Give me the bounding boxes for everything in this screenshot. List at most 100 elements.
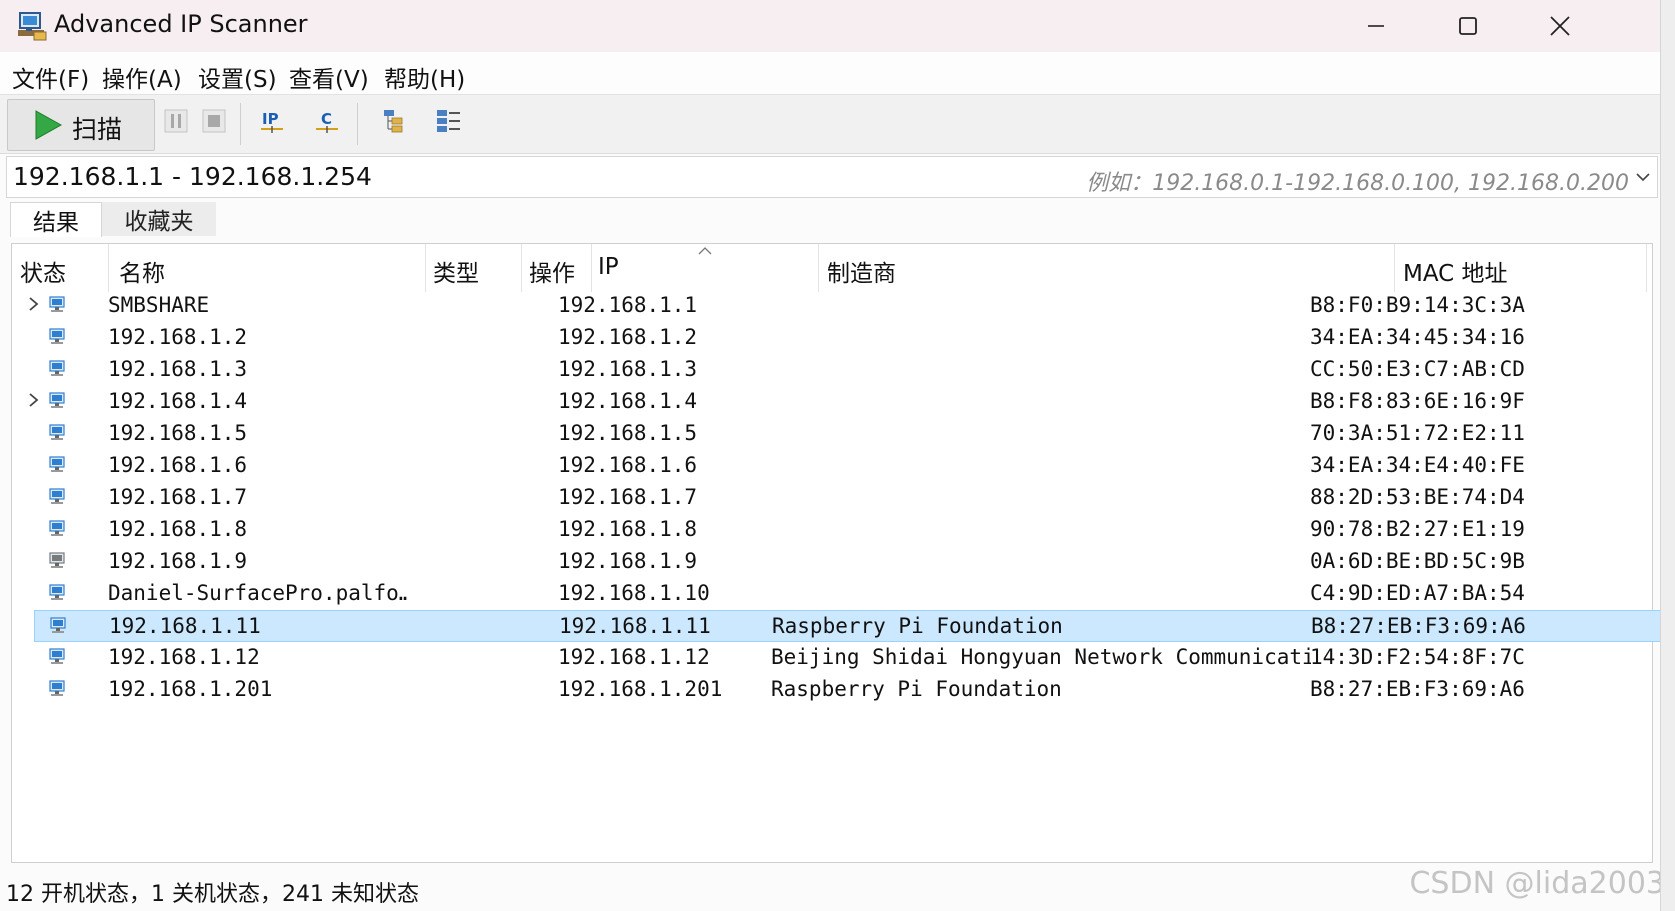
host-mac: C4:9D:ED:A7:BA:54 (1310, 581, 1525, 605)
host-online-icon (50, 617, 66, 633)
pause-button[interactable] (161, 106, 191, 136)
host-name: 192.168.1.201 (108, 677, 273, 701)
tab-favorites[interactable]: 收藏夹 (102, 202, 216, 236)
column-vendor[interactable]: 制造商 (827, 254, 1327, 288)
ip-icon: IP (261, 110, 283, 133)
column-mac[interactable]: MAC 地址 (1403, 254, 1643, 288)
menu-file[interactable]: 文件(F) (12, 60, 89, 94)
column-divider[interactable] (1394, 244, 1395, 292)
host-name: 192.168.1.4 (108, 389, 248, 413)
host-name: SMBSHARE (108, 293, 210, 317)
host-online-icon (49, 296, 65, 312)
host-name: 192.168.1.6 (108, 453, 248, 477)
table-row[interactable]: 192.168.1.4 192.168.1.4 B8:F8:83:6E:16:9F (29, 386, 1662, 418)
ip-button[interactable]: IP (257, 106, 287, 136)
host-ip: 192.168.1.4 (558, 389, 698, 413)
chevron-right-icon[interactable] (28, 296, 40, 312)
window-title: Advanced IP Scanner (54, 10, 308, 38)
column-ip[interactable]: IP (598, 254, 798, 280)
host-ip: 192.168.1.2 (558, 325, 698, 349)
column-divider[interactable] (108, 244, 109, 292)
c-class-button[interactable]: C (312, 106, 342, 136)
host-mac: 14:3D:F2:54:8F:7C (1310, 645, 1525, 669)
host-name: 192.168.1.5 (108, 421, 248, 445)
table-row[interactable]: 192.168.1.3 192.168.1.3 CC:50:E3:C7:AB:CD (34, 354, 1662, 386)
table-row[interactable]: 192.168.1.9 192.168.1.9 0A:6D:BE:BD:5C:9B (34, 546, 1662, 578)
ip-range-field[interactable]: 192.168.1.1 - 192.168.1.254 例如：192.168.0… (6, 156, 1658, 198)
host-mac: 88:2D:53:BE:74:D4 (1310, 485, 1525, 509)
column-type[interactable]: 类型 (433, 254, 513, 288)
toolbar-separator (357, 103, 358, 145)
chevron-right-icon[interactable] (28, 392, 40, 408)
host-online-icon (49, 520, 65, 536)
stop-button[interactable] (199, 106, 229, 136)
host-ip: 192.168.1.7 (558, 485, 698, 509)
host-ip: 192.168.1.6 (558, 453, 698, 477)
c-class-icon: C (316, 110, 338, 133)
table-row[interactable]: 192.168.1.5 192.168.1.5 70:3A:51:72:E2:11 (34, 418, 1662, 450)
table-row[interactable]: 192.168.1.6 192.168.1.6 34:EA:34:E4:40:FE (34, 450, 1662, 482)
column-actions[interactable]: 操作 (529, 254, 591, 288)
chevron-down-icon[interactable] (1635, 171, 1651, 183)
expand-all-button[interactable] (381, 106, 411, 136)
host-online-icon (49, 680, 65, 696)
host-mac: 34:EA:34:45:34:16 (1310, 325, 1525, 349)
host-ip: 192.168.1.9 (558, 549, 698, 573)
host-offline-icon (49, 552, 65, 568)
scan-button[interactable]: 扫描 (7, 99, 155, 151)
ip-range-value[interactable]: 192.168.1.1 - 192.168.1.254 (13, 162, 372, 191)
host-name: 192.168.1.11 (109, 614, 261, 638)
minimize-button[interactable] (1330, 0, 1422, 52)
table-row[interactable]: 192.168.1.2 192.168.1.2 34:EA:34:45:34:16 (34, 322, 1662, 354)
host-name: 192.168.1.9 (108, 549, 248, 573)
table-row[interactable]: 192.168.1.201 192.168.1.201 Raspberry Pi F… (34, 674, 1662, 706)
tab-results[interactable]: 结果 (10, 202, 102, 237)
host-mac: B8:27:EB:F3:69:A6 (1310, 677, 1525, 701)
table-row[interactable]: 192.168.1.11 192.168.1.11 Raspberry Pi Fou… (34, 610, 1662, 642)
host-name: 192.168.1.12 (108, 645, 260, 669)
results-table: 状态 名称 类型 操作 IP 制造商 MAC 地址 SMBSHARE 192.16… (11, 243, 1662, 863)
host-mac: B8:27:EB:F3:69:A6 (1311, 614, 1526, 638)
maximize-button[interactable] (1422, 0, 1514, 52)
menu-action[interactable]: 操作(A) (102, 60, 182, 94)
menu-help[interactable]: 帮助(H) (384, 60, 465, 94)
scan-label: 扫描 (72, 115, 123, 144)
host-online-icon (49, 360, 65, 376)
pause-icon (164, 109, 188, 133)
table-row[interactable]: 192.168.1.7 192.168.1.7 88:2D:53:BE:74:D4 (34, 482, 1662, 514)
table-row[interactable]: 192.168.1.12 192.168.1.12 Beijing Shidai H… (34, 642, 1662, 674)
column-divider[interactable] (591, 244, 592, 292)
host-online-icon (49, 584, 65, 600)
watermark: CSDN @lida2003 (1409, 866, 1665, 901)
host-mac: B8:F0:B9:14:3C:3A (1310, 293, 1525, 317)
host-ip: 192.168.1.5 (558, 421, 698, 445)
table-row[interactable]: Daniel-SurfacePro.palfo… 192.168.1.10 C4:9… (34, 578, 1662, 610)
host-name: 192.168.1.2 (108, 325, 248, 349)
svg-text:C: C (321, 110, 332, 128)
host-mac: CC:50:E3:C7:AB:CD (1310, 357, 1525, 381)
sort-ascending-icon (698, 247, 712, 255)
host-ip: 192.168.1.11 (559, 614, 711, 638)
column-status[interactable]: 状态 (20, 254, 100, 288)
column-divider[interactable] (1646, 244, 1647, 292)
close-button[interactable] (1514, 0, 1606, 52)
menu-settings[interactable]: 设置(S) (198, 60, 277, 94)
column-name[interactable]: 名称 (119, 254, 419, 288)
host-name: 192.168.1.7 (108, 485, 248, 509)
table-row[interactable]: 192.168.1.8 192.168.1.8 90:78:B2:27:E1:19 (34, 514, 1662, 546)
column-divider[interactable] (818, 244, 819, 292)
host-online-icon (49, 328, 65, 344)
collapse-all-button[interactable] (434, 106, 464, 136)
host-ip: 192.168.1.10 (558, 581, 710, 605)
toolbar: 扫描 IP C (0, 94, 1660, 154)
host-vendor: Beijing Shidai Hongyuan Network Communic… (771, 645, 1311, 669)
title-bar: Advanced IP Scanner (0, 0, 1660, 53)
table-row[interactable]: SMBSHARE 192.168.1.1 B8:F0:B9:14:3C:3A (29, 290, 1662, 322)
host-mac: 90:78:B2:27:E1:19 (1310, 517, 1525, 541)
menu-view[interactable]: 查看(V) (289, 60, 369, 94)
host-online-icon (49, 424, 65, 440)
minimize-icon (1368, 25, 1384, 27)
column-divider[interactable] (425, 244, 426, 292)
ip-range-example: 例如：192.168.0.1-192.168.0.100, 192.168.0.… (1086, 171, 1629, 196)
column-divider[interactable] (521, 244, 522, 292)
